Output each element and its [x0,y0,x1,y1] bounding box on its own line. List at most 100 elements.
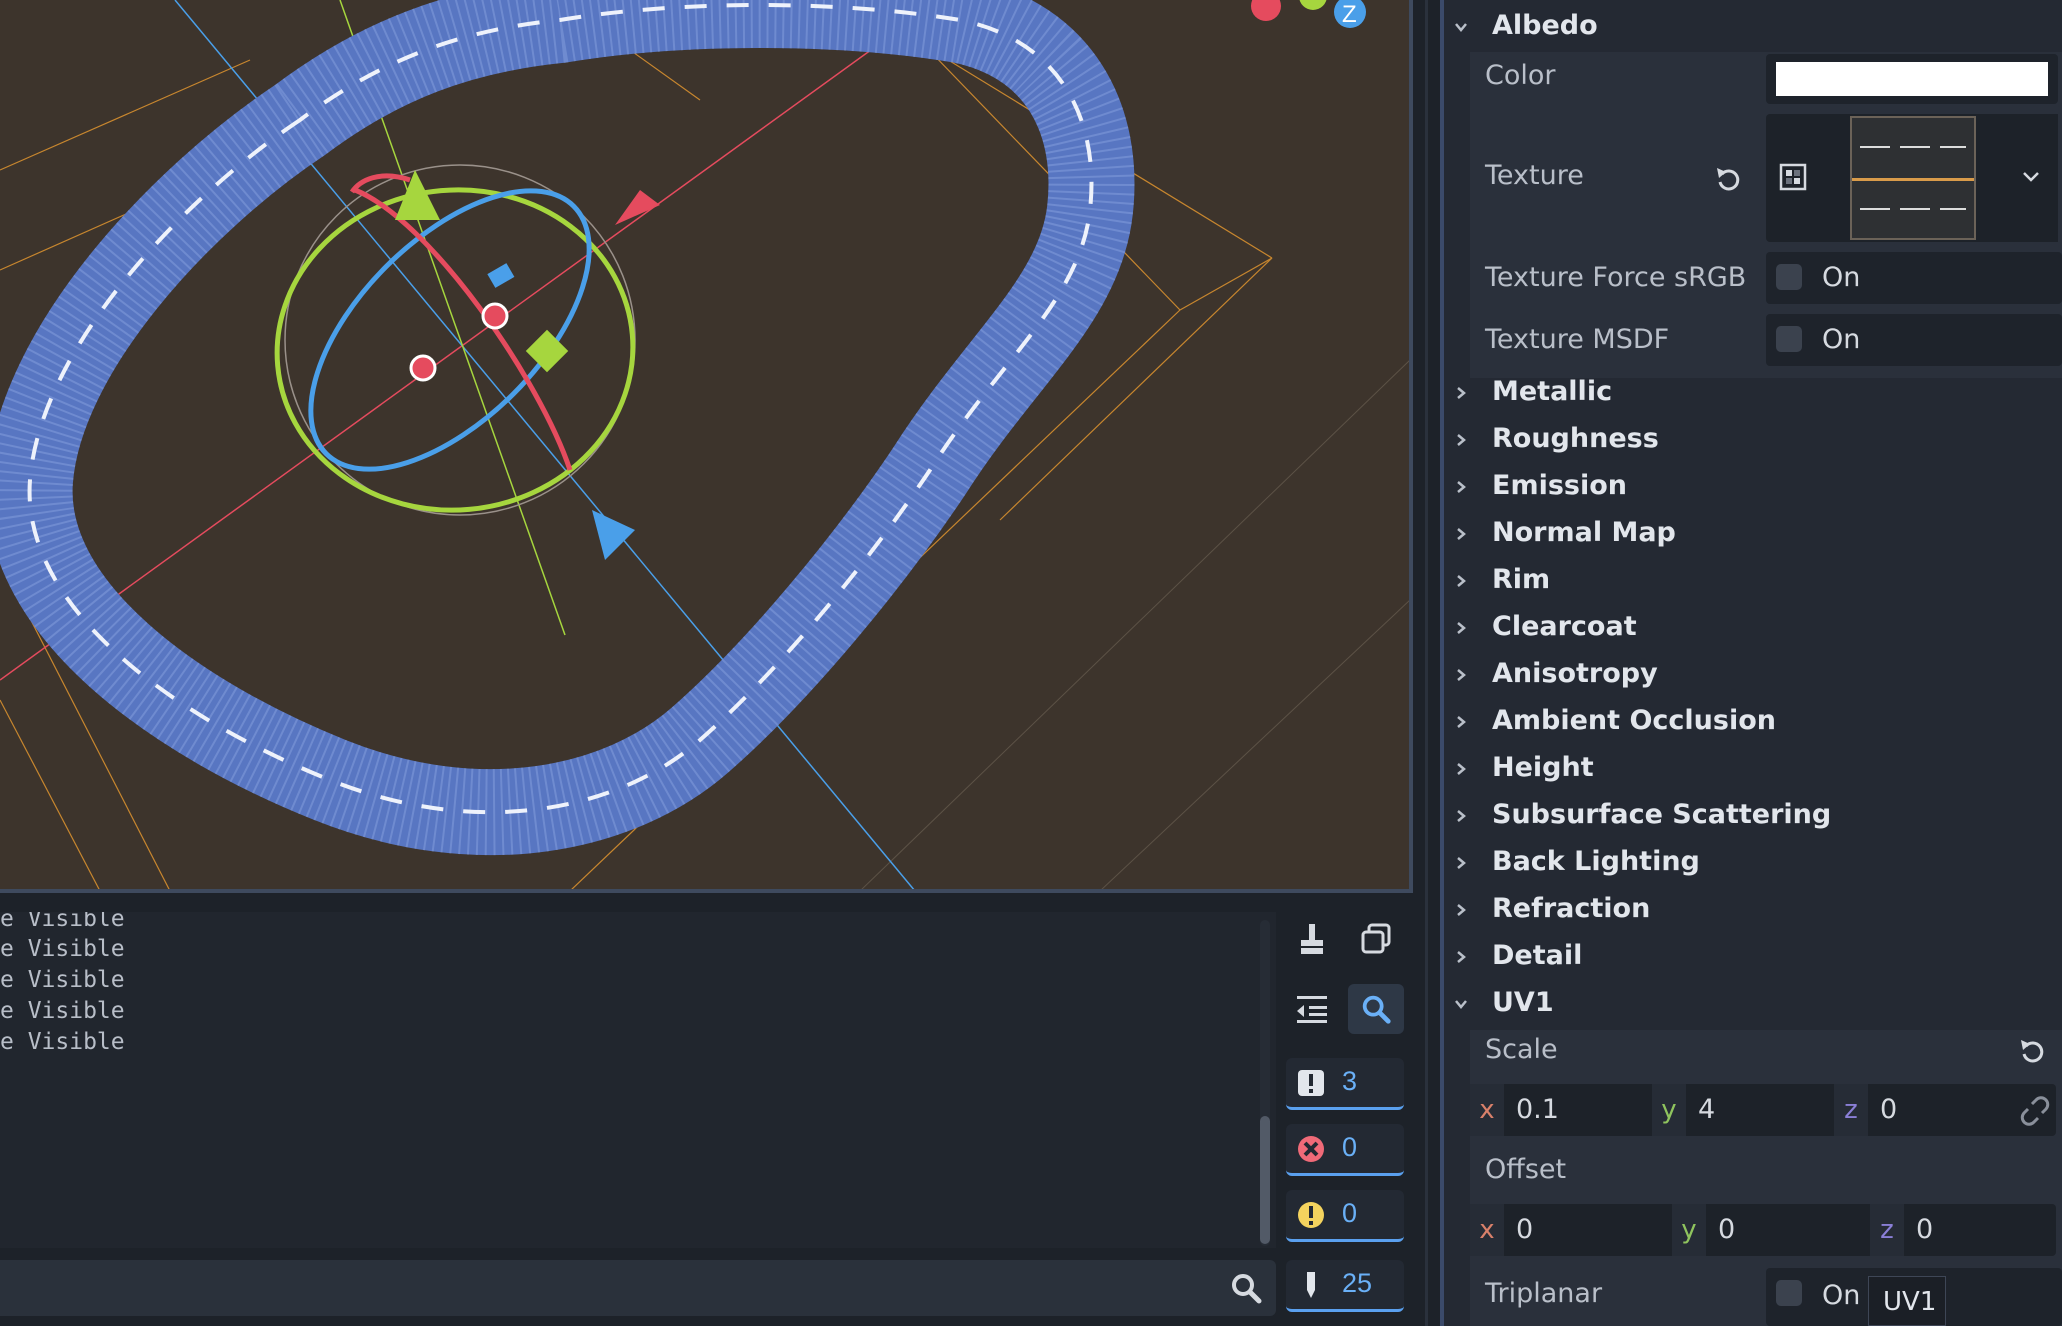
inspector-edge [1440,0,1444,1326]
section-label: Clearcoat [1492,611,1637,642]
revert-icon[interactable] [1714,164,1744,194]
scale-y-value: 4 [1698,1094,1716,1125]
toggle-value: On [1822,324,1861,355]
texture-msdf-label: Texture MSDF [1485,324,1670,355]
view-axis-gizmo[interactable]: Z [1251,0,1366,28]
scale-z-input[interactable]: z 0 [1834,1084,2010,1136]
output-scrollbar-thumb[interactable] [1260,1116,1270,1244]
chevron-down-icon [2023,172,2039,182]
checkbox[interactable] [1776,264,1802,290]
chevron-right-icon [1457,857,1466,869]
checkbox[interactable] [1776,1280,1802,1306]
section-label: Subsurface Scattering [1492,799,1832,830]
scale-y-input[interactable]: y 4 [1652,1084,1828,1136]
offset-x-input[interactable]: x 0 [1470,1204,1666,1256]
log-line: e Visible [0,912,125,932]
log-line: e Visible [0,967,125,993]
scale-x-value: 0.1 [1516,1094,1559,1125]
clear-output-button[interactable] [1284,914,1340,964]
checkbox[interactable] [1776,326,1802,352]
chevron-right-icon [1457,810,1466,822]
section-label: Rim [1492,564,1551,595]
section-label: Normal Map [1492,517,1676,548]
texture-label: Texture [1485,160,1584,191]
y-axis-label: y [1672,1204,1706,1256]
color-swatch [1776,62,2048,96]
link-icon[interactable] [2020,1096,2050,1126]
tooltip: UV1 [1868,1276,1946,1326]
offset-y-input[interactable]: y 0 [1672,1204,1864,1256]
chevron-right-icon [1457,904,1466,916]
scale-label: Scale [1485,1034,1558,1065]
color-label: Color [1485,60,1556,91]
errors-count: 0 [1342,1132,1358,1162]
offset-y-value: 0 [1718,1214,1736,1245]
texture-resource-picker[interactable] [1766,114,2058,242]
section-label: Back Lighting [1492,846,1700,877]
chevron-right-icon [1457,763,1466,775]
chevron-right-icon [1457,951,1466,963]
section-label: Detail [1492,940,1583,971]
texture-msdf-toggle[interactable]: On [1766,314,2062,366]
warning-icon [1298,1202,1324,1228]
copy-output-button[interactable] [1348,914,1404,964]
broom-icon [1301,924,1323,954]
filter-messages-input[interactable] [0,1260,1276,1316]
scale-z-value: 0 [1880,1094,1898,1125]
scale-x-input[interactable]: x 0.1 [1470,1084,1646,1136]
3d-viewport[interactable]: Z [0,0,1410,891]
toggle-value: On [1822,1280,1861,1311]
offset-z-input[interactable]: z 0 [1870,1204,2056,1256]
offset-label: Offset [1485,1154,1567,1185]
offset-vector-field: x 0 y 0 z 0 [1470,1204,2056,1256]
chevron-right-icon [1457,575,1466,587]
collapse-duplicates-button[interactable] [1284,984,1340,1034]
triplanar-label: Triplanar [1485,1278,1603,1309]
x-axis-label: x [1470,1204,1504,1256]
splitter-line [1425,0,1428,1326]
offset-z-value: 0 [1916,1214,1934,1245]
collapse-icon [1297,996,1327,1023]
road-mesh [0,0,1135,856]
log-line: e Visible [0,936,125,962]
output-log[interactable]: e Visible e Visible e Visible e Visible … [0,912,1276,1248]
color-picker-button[interactable] [1766,54,2058,104]
z-axis-label: z [1870,1204,1904,1256]
log-line: e Visible [0,1029,125,1055]
chevron-down-icon [1455,1000,1467,1009]
chevron-down-icon [1455,23,1467,32]
revert-icon[interactable] [2018,1036,2048,1066]
warnings-filter-button[interactable]: 0 [1286,1190,1404,1242]
editor-messages-filter-button[interactable]: 25 [1286,1260,1404,1312]
filter-search-toggle[interactable] [1348,984,1404,1034]
log-line: e Visible [0,998,125,1024]
texture-menu-button[interactable] [2006,114,2058,242]
transform-gizmo[interactable] [263,143,660,560]
texture-preview[interactable] [1850,116,1976,240]
offset-x-value: 0 [1516,1214,1534,1245]
texture-force-srgb-toggle[interactable]: On [1766,252,2062,304]
z-axis-label: Z [1342,1,1357,28]
errors-filter-button[interactable]: 0 [1286,1124,1404,1176]
texture-resource-icon [1779,163,1807,191]
chevron-right-icon [1457,481,1466,493]
section-label: UV1 [1492,987,1554,1018]
section-label: Refraction [1492,893,1651,924]
pencil-icon [1307,1272,1315,1298]
texture-force-srgb-label: Texture Force sRGB [1485,262,1747,293]
section-label: Metallic [1492,376,1613,407]
section-label: Albedo [1492,10,1598,41]
scene-render: Z [0,0,1410,891]
chevron-right-icon [1457,669,1466,681]
chevron-right-icon [1457,434,1466,446]
z-axis-label: z [1834,1084,1868,1136]
messages-count: 3 [1342,1066,1358,1096]
message-icon [1298,1070,1324,1096]
section-label: Height [1492,752,1594,783]
section-label: Emission [1492,470,1627,501]
viewport-border-bottom [0,889,1413,893]
toggle-value: On [1822,262,1861,293]
y-axis-label: y [1652,1084,1686,1136]
warnings-count: 0 [1342,1198,1358,1228]
messages-filter-button[interactable]: 3 [1286,1058,1404,1110]
